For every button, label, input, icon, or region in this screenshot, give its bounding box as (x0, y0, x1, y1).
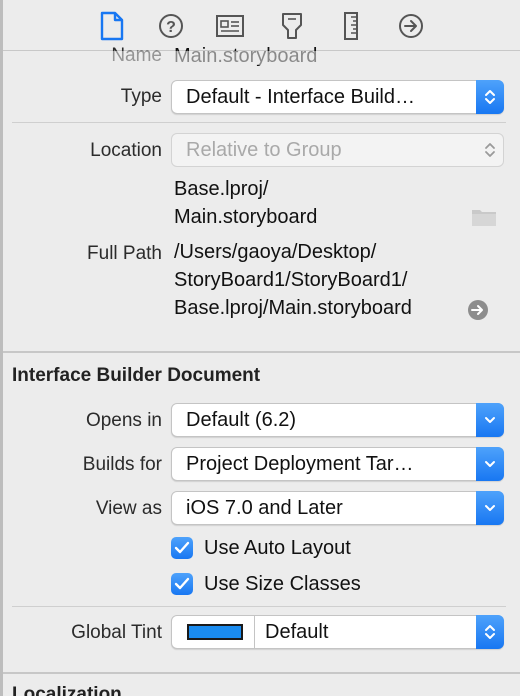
global-tint-popup[interactable]: Default (171, 615, 504, 649)
builds-for-label: Builds for (82, 454, 162, 475)
popup-stepper-icon (476, 615, 504, 649)
chevron-down-icon (476, 491, 504, 525)
svg-text:?: ? (166, 19, 176, 36)
divider (12, 606, 506, 607)
panel-left-border (0, 0, 3, 696)
inspector-toolbar: ? (3, 0, 520, 50)
view-as-popup[interactable]: iOS 7.0 and Later (171, 491, 504, 525)
opens-in-label: Opens in (85, 410, 162, 431)
divider (12, 122, 506, 123)
use-size-classes-label[interactable]: Use Size Classes (204, 573, 361, 596)
popup-stepper-icon (476, 80, 504, 114)
use-auto-layout-checkbox[interactable] (171, 537, 193, 559)
opens-in-popup[interactable]: Default (6.2) (171, 403, 504, 437)
type-label: Type (120, 86, 162, 107)
relative-path-line2: Main.storyboard (174, 206, 318, 228)
size-inspector-icon[interactable] (335, 10, 367, 42)
section-divider (3, 672, 520, 674)
chevron-down-icon (476, 403, 504, 437)
full-path-label: Full Path (87, 243, 162, 264)
full-path-line3: Base.lproj/Main.storyboard (174, 297, 412, 319)
section-title-localization: Localization (12, 684, 122, 696)
color-well[interactable] (172, 616, 255, 648)
popup-stepper-icon (476, 133, 504, 167)
identity-inspector-icon[interactable] (214, 10, 246, 42)
global-tint-value: Default (265, 621, 329, 643)
chevron-down-icon (476, 447, 504, 481)
section-divider (3, 351, 520, 353)
view-as-label: View as (95, 498, 162, 519)
file-inspector-icon[interactable] (96, 10, 128, 42)
builds-for-popup-value: Project Deployment Tar… (186, 453, 414, 475)
full-path-line1: /Users/gaoya/Desktop/ (174, 241, 377, 263)
attributes-inspector-icon[interactable] (276, 10, 308, 42)
full-path-line2: StoryBoard1/StoryBoard1/ (174, 269, 408, 291)
scroll-fade (3, 51, 520, 65)
location-popup[interactable]: Relative to Group (171, 133, 504, 167)
global-tint-label: Global Tint (71, 622, 162, 643)
builds-for-popup[interactable]: Project Deployment Tar… (171, 447, 504, 481)
use-auto-layout-label[interactable]: Use Auto Layout (204, 537, 351, 560)
folder-icon[interactable] (471, 206, 497, 228)
quick-help-icon[interactable]: ? (155, 10, 187, 42)
connections-inspector-icon[interactable] (395, 10, 427, 42)
location-popup-value: Relative to Group (186, 139, 342, 161)
type-popup[interactable]: Default - Interface Build… (171, 80, 504, 114)
opens-in-popup-value: Default (6.2) (186, 409, 297, 431)
section-title-ib-document: Interface Builder Document (12, 365, 261, 386)
type-popup-value: Default - Interface Build… (186, 86, 415, 108)
reveal-in-finder-icon[interactable] (467, 299, 489, 321)
use-size-classes-checkbox[interactable] (171, 573, 193, 595)
view-as-popup-value: iOS 7.0 and Later (186, 497, 343, 519)
location-label: Location (90, 140, 162, 161)
tint-color-swatch (187, 624, 243, 640)
relative-path-line1: Base.lproj/ (174, 178, 269, 200)
